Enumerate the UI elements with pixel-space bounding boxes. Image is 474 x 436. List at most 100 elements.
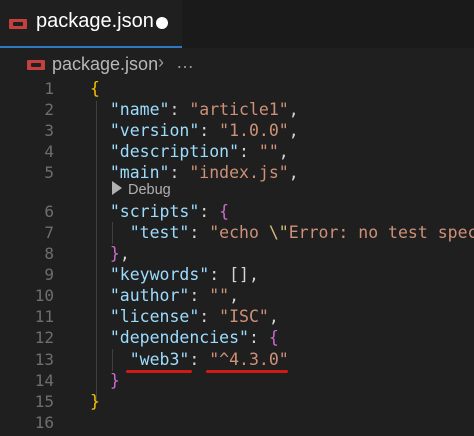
code-token: : — [189, 286, 210, 305]
line-number: 12 — [34, 328, 54, 347]
code-line: "dependencies": { — [90, 327, 279, 348]
code-token: : — [248, 328, 269, 347]
code-line: "scripts": { — [90, 201, 229, 222]
code-token: } — [90, 392, 100, 411]
code-token: "" — [209, 286, 230, 305]
code-line: "keywords": [], — [90, 264, 259, 285]
code-token: } — [109, 244, 120, 263]
line-number: 4 — [44, 142, 54, 161]
code-token: : [], — [209, 265, 259, 284]
annotation-underline-value — [206, 370, 288, 373]
code-token: , — [278, 142, 289, 161]
code-token: "^4.3.0" — [209, 350, 289, 369]
code-token: , — [229, 286, 240, 305]
line-number: 8 — [44, 244, 54, 263]
breadcrumb-separator-icon: › — [158, 52, 164, 72]
code-token: "article1" — [189, 100, 289, 119]
annotation-underline-key — [126, 370, 192, 373]
code-token: "echo — [209, 223, 269, 242]
line-number: 2 — [44, 100, 54, 119]
code-token: "ISC" — [219, 307, 269, 326]
code-token: : — [199, 202, 220, 221]
code-token: : — [239, 142, 259, 161]
line-number: 1 — [44, 79, 54, 98]
line-number: 6 — [44, 202, 54, 221]
code-token: "name" — [109, 100, 170, 119]
code-token: , — [268, 307, 279, 326]
code-token: , — [288, 163, 299, 182]
code-line: "test": "echo \"Error: no test speci — [90, 222, 474, 243]
code-token: "dependencies" — [109, 328, 249, 347]
code-token: : — [169, 163, 190, 182]
code-token: : — [199, 121, 220, 140]
code-token: "index.js" — [189, 163, 289, 182]
code-token: Error: no test speci — [288, 223, 474, 242]
code-line: } — [90, 370, 120, 391]
code-line: "description": "", — [90, 141, 289, 162]
line-number: 7 — [44, 223, 54, 242]
code-token: "scripts" — [109, 202, 200, 221]
line-number: 9 — [44, 265, 54, 284]
code-token: { — [90, 79, 100, 98]
line-number-gutter: 1 2 3 4 5 6 7 8 9 10 11 12 13 14 15 16 — [0, 0, 60, 436]
line-number: 13 — [34, 350, 54, 369]
code-token: : — [169, 100, 190, 119]
breadcrumb-file[interactable]: package.json — [52, 54, 158, 75]
code-token: "" — [258, 142, 279, 161]
code-token: : — [199, 307, 220, 326]
code-line: "web3": "^4.3.0" — [90, 349, 289, 370]
line-number: 11 — [34, 307, 54, 326]
code-token: } — [109, 371, 120, 390]
code-line: "author": "", — [90, 285, 239, 306]
code-token: \" — [268, 223, 289, 242]
code-token: , — [288, 100, 299, 119]
line-number: 16 — [34, 413, 54, 432]
code-line: { — [90, 78, 100, 99]
breadcrumb-more[interactable]: … — [176, 52, 194, 73]
codelens-label: Debug — [128, 182, 171, 198]
editor-tab-bar: package.json — [0, 0, 474, 48]
code-token: "main" — [109, 163, 170, 182]
unsaved-indicator-icon[interactable] — [156, 17, 168, 29]
code-line: "license": "ISC", — [90, 306, 279, 327]
code-token: "license" — [109, 307, 200, 326]
code-token: "1.0.0" — [219, 121, 289, 140]
code-token: "author" — [109, 286, 190, 305]
code-token: { — [268, 328, 279, 347]
code-line: "version": "1.0.0", — [90, 120, 299, 141]
line-number: 15 — [34, 392, 54, 411]
debug-codelens[interactable]: Debug — [112, 181, 171, 198]
line-number: 14 — [34, 371, 54, 390]
code-token: "version" — [109, 121, 200, 140]
code-token: , — [119, 244, 130, 263]
code-token: "web3" — [129, 350, 190, 369]
code-line: "name": "article1", — [90, 99, 299, 120]
code-token: : — [189, 223, 210, 242]
code-line: } — [90, 391, 100, 412]
code-line: }, — [90, 243, 130, 264]
code-token: "test" — [129, 223, 190, 242]
line-number: 3 — [44, 121, 54, 140]
code-token: , — [288, 121, 299, 140]
code-token: { — [219, 202, 230, 221]
line-number: 10 — [34, 286, 54, 305]
code-token: : — [189, 350, 210, 369]
play-icon — [112, 181, 122, 195]
code-token: "description" — [109, 142, 240, 161]
line-number: 5 — [44, 163, 54, 182]
code-line: "main": "index.js", — [90, 162, 299, 183]
code-token: "keywords" — [109, 265, 210, 284]
